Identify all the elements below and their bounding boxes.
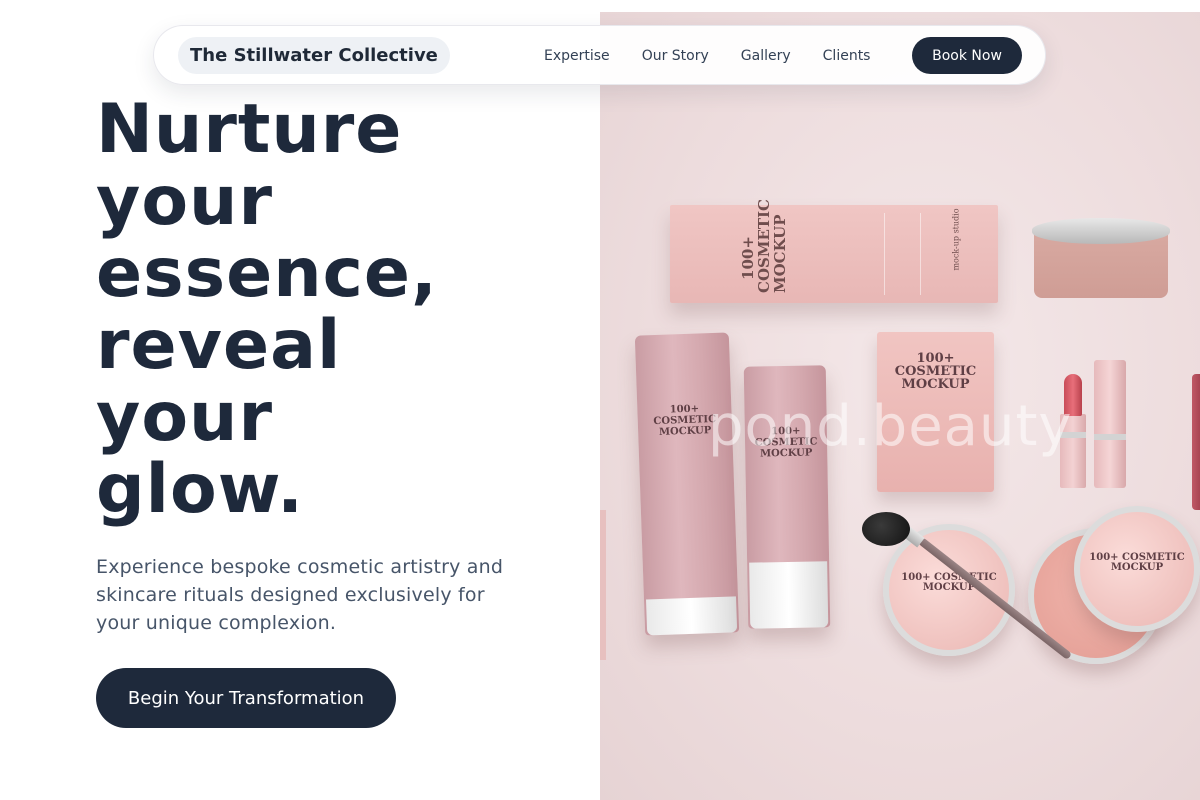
headline-line: essence, (96, 234, 438, 313)
compact-lid: 100+ COSMETIC MOCKUP (1074, 506, 1200, 632)
book-now-button[interactable]: Book Now (912, 37, 1022, 74)
headline-line: Nurture (96, 90, 403, 169)
cosmetic-sachet: 100+ COSMETIC MOCKUP (877, 332, 994, 492)
cosmetic-tube-small: 100+ COSMETIC MOCKUP (743, 365, 831, 629)
powder-jar (1032, 218, 1170, 298)
compact-powder: 100+ COSMETIC MOCKUP (883, 524, 1015, 656)
nav-link-gallery[interactable]: Gallery (741, 48, 791, 64)
headline-line: glow. (96, 450, 305, 529)
headline-line: your (96, 378, 273, 457)
makeup-brush (862, 512, 1082, 661)
begin-transformation-button[interactable]: Begin Your Transformation (96, 668, 396, 728)
lipstick-closed (1094, 360, 1126, 488)
nav-link-clients[interactable]: Clients (823, 48, 871, 64)
nav-links: Expertise Our Story Gallery Clients (544, 26, 870, 86)
product-edge-left (600, 510, 606, 660)
nav-link-our-story[interactable]: Our Story (642, 48, 709, 64)
brand-logo[interactable]: The Stillwater Collective (178, 37, 450, 74)
box-label: 100+ COSMETIC MOCKUP (739, 199, 789, 293)
top-navigation: The Stillwater Collective Expertise Our … (153, 25, 1046, 85)
landing-page: 100+ COSMETIC MOCKUP mock-up studio 100+… (0, 0, 1200, 800)
hero-product-photo: 100+ COSMETIC MOCKUP mock-up studio 100+… (600, 12, 1200, 800)
nav-link-expertise[interactable]: Expertise (544, 48, 610, 64)
hero-headline: Nurture your essence, reveal your glow. (96, 94, 576, 526)
cosmetic-box: 100+ COSMETIC MOCKUP mock-up studio (670, 199, 998, 303)
lipstick-open (1058, 370, 1088, 488)
hero-subtitle: Experience bespoke cosmetic artistry and… (96, 556, 504, 634)
box-small-label: mock-up studio (951, 208, 961, 271)
cosmetic-tube-large: 100+ COSMETIC MOCKUP (634, 332, 740, 636)
product-edge-right (1192, 374, 1200, 510)
headline-line: your (96, 162, 273, 241)
headline-line: reveal (96, 306, 342, 385)
